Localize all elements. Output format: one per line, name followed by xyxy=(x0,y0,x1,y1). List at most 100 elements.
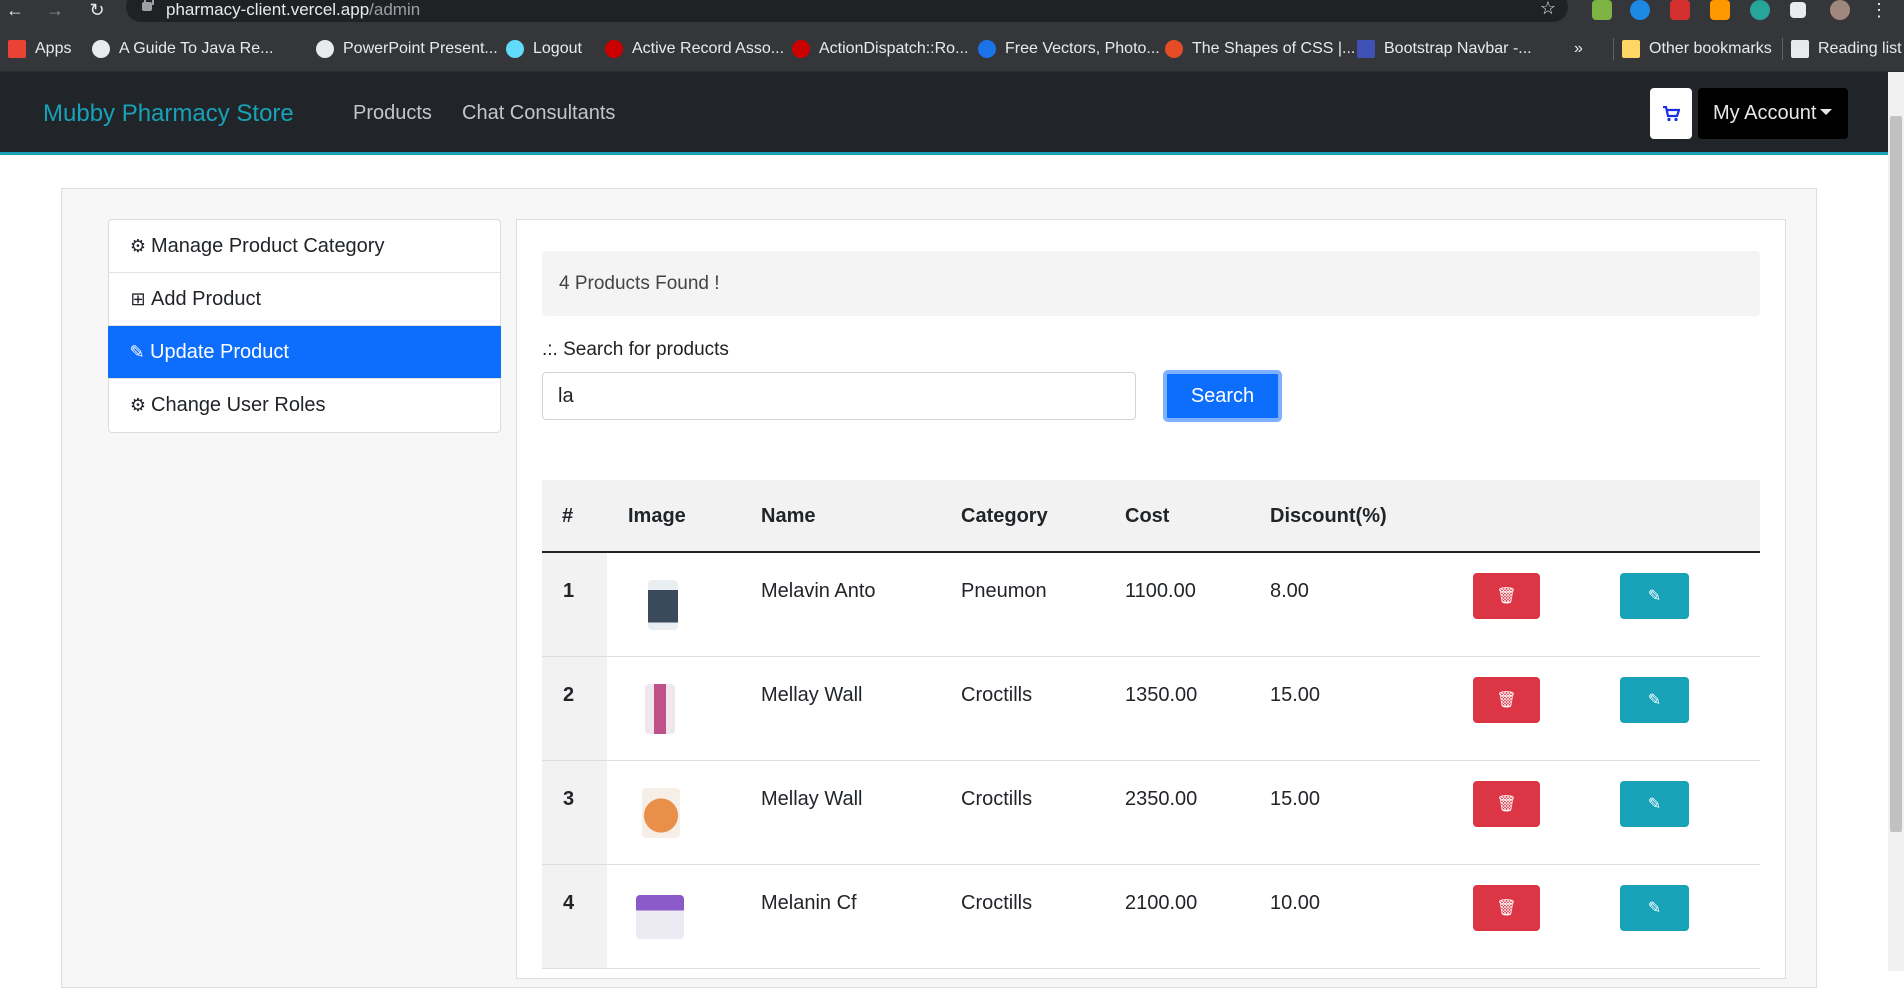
other-bookmarks[interactable]: Other bookmarks xyxy=(1613,38,1772,60)
globe-icon xyxy=(92,40,110,58)
table-header: # Image Name Category Cost Discount(%) xyxy=(542,480,1760,553)
table-row: 1 Melavin Anto Pneumon 1100.00 8.00 🗑 ✎ xyxy=(542,553,1760,657)
delete-button[interactable]: 🗑 xyxy=(1473,781,1540,827)
star-icon[interactable]: ☆ xyxy=(1540,0,1556,19)
browser-toolbar: ← → ↻ pharmacy-client.vercel.app/admin ☆… xyxy=(0,0,1904,26)
app-navbar: Mubby Pharmacy Store Products Chat Consu… xyxy=(0,72,1904,155)
bookmark-item[interactable]: The Shapes of CSS |... xyxy=(1165,38,1355,60)
pocket-extension-icon[interactable] xyxy=(1670,0,1690,20)
pencil-icon: ✎ xyxy=(1647,692,1662,709)
column-header-cost: Cost xyxy=(1125,505,1170,527)
row-number: 1 xyxy=(563,580,575,602)
bookmark-item[interactable]: Free Vectors, Photo... xyxy=(978,38,1160,60)
column-header-number: # xyxy=(562,505,574,527)
react-extension-icon[interactable] xyxy=(1630,0,1650,20)
product-name: Melanin Cf xyxy=(761,892,857,914)
product-name: Mellay Wall xyxy=(761,788,863,810)
delete-button[interactable]: 🗑 xyxy=(1473,573,1540,619)
extension-icon[interactable] xyxy=(1710,0,1730,20)
products-table: # Image Name Category Cost Discount(%) 1… xyxy=(542,480,1760,969)
product-image xyxy=(648,580,678,630)
globe-icon xyxy=(316,40,334,58)
trash-icon: 🗑 xyxy=(1496,900,1517,917)
puzzle-icon[interactable] xyxy=(1790,2,1806,18)
delete-button[interactable]: 🗑 xyxy=(1473,885,1540,931)
sidebar-item-manage-category[interactable]: ⚙ Manage Product Category xyxy=(109,220,500,273)
mdb-icon xyxy=(1357,40,1375,58)
bookmark-item[interactable]: A Guide To Java Re... xyxy=(92,38,273,60)
freepik-icon xyxy=(978,40,996,58)
trash-icon: 🗑 xyxy=(1496,692,1517,709)
address-bar[interactable]: pharmacy-client.vercel.app/admin ☆ xyxy=(126,0,1568,22)
folder-icon xyxy=(1622,40,1640,58)
kebab-menu-icon[interactable]: ⋮ xyxy=(1868,0,1890,22)
pencil-icon: ✎ xyxy=(1647,588,1662,605)
bookmark-item[interactable]: Bootstrap Navbar -... xyxy=(1357,38,1532,60)
product-image xyxy=(636,895,684,939)
my-account-dropdown[interactable]: My Account xyxy=(1698,88,1848,139)
back-arrow-icon[interactable]: ← xyxy=(4,0,26,22)
trash-icon: 🗑 xyxy=(1496,588,1517,605)
bookmarks-overflow-button[interactable]: » xyxy=(1574,38,1583,60)
bookmark-item[interactable]: Active Record Asso... xyxy=(605,38,784,60)
lock-icon xyxy=(142,0,154,11)
page-scrollbar[interactable] xyxy=(1888,72,1904,971)
reading-list[interactable]: Reading list xyxy=(1782,38,1902,60)
bookmark-item[interactable]: Logout xyxy=(506,38,582,60)
edit-button[interactable]: ✎ xyxy=(1620,573,1689,619)
gears-icon: ⚙ xyxy=(129,395,147,415)
product-cost: 1100.00 xyxy=(1125,580,1196,602)
bookmark-apps[interactable]: Apps xyxy=(8,38,71,60)
product-image xyxy=(642,788,680,838)
delete-button[interactable]: 🗑 xyxy=(1473,677,1540,723)
product-name: Mellay Wall xyxy=(761,684,863,706)
cart-button[interactable] xyxy=(1650,88,1692,139)
product-discount: 10.00 xyxy=(1270,892,1321,914)
table-row: 4 Melanin Cf Croctills 2100.00 10.00 🗑 ✎ xyxy=(542,865,1760,969)
column-header-discount: Discount(%) xyxy=(1270,505,1387,527)
product-discount: 8.00 xyxy=(1270,580,1309,602)
admin-sidebar: ⚙ Manage Product Category ⊞ Add Product ✎ U… xyxy=(108,219,501,433)
search-button[interactable]: Search xyxy=(1163,370,1282,422)
edit-button[interactable]: ✎ xyxy=(1620,677,1689,723)
ruby-icon xyxy=(792,40,810,58)
product-category: Croctills xyxy=(961,684,1033,706)
product-name: Melavin Anto xyxy=(761,580,876,602)
asterisk-icon xyxy=(1165,40,1183,58)
column-header-category: Category xyxy=(961,505,1048,527)
column-header-image: Image xyxy=(628,505,686,527)
product-image xyxy=(645,684,675,734)
scrollbar-thumb[interactable] xyxy=(1890,116,1902,832)
bookmark-item[interactable]: PowerPoint Present... xyxy=(316,38,498,60)
nav-link-chat-consultants[interactable]: Chat Consultants xyxy=(462,102,615,125)
pencil-icon: ✎ xyxy=(129,342,145,362)
product-category: Croctills xyxy=(961,892,1033,914)
sidebar-item-update-product[interactable]: ✎ Update Product xyxy=(108,326,501,379)
cart-icon xyxy=(1663,105,1680,121)
product-cost: 1350.00 xyxy=(1125,684,1198,706)
search-input[interactable] xyxy=(542,372,1136,420)
table-row: 3 Mellay Wall Croctills 2350.00 15.00 🗑 … xyxy=(542,761,1760,865)
product-category: Croctills xyxy=(961,788,1033,810)
sidebar-item-add-product[interactable]: ⊞ Add Product xyxy=(109,273,500,326)
search-label: .:. Search for products xyxy=(542,339,729,360)
sidebar-item-change-user-roles[interactable]: ⚙ Change User Roles xyxy=(109,379,500,432)
trash-icon: 🗑 xyxy=(1496,796,1517,813)
reload-icon[interactable]: ↻ xyxy=(86,0,108,22)
reading-list-icon xyxy=(1791,40,1809,58)
products-found-alert: 4 Products Found ! xyxy=(542,251,1760,316)
forward-arrow-icon[interactable]: → xyxy=(44,0,66,22)
avatar[interactable] xyxy=(1830,0,1850,20)
edit-button[interactable]: ✎ xyxy=(1620,885,1689,931)
edit-button[interactable]: ✎ xyxy=(1620,781,1689,827)
react-icon xyxy=(506,40,524,58)
download-extension-icon[interactable] xyxy=(1592,0,1612,20)
bookmark-item[interactable]: ActionDispatch::Ro... xyxy=(792,38,968,60)
pencil-icon: ✎ xyxy=(1647,900,1662,917)
product-cost: 2350.00 xyxy=(1125,788,1198,810)
nav-link-products[interactable]: Products xyxy=(353,102,432,125)
circle-extension-icon[interactable] xyxy=(1750,0,1770,20)
row-number: 2 xyxy=(563,684,575,706)
brand-link[interactable]: Mubby Pharmacy Store xyxy=(43,100,294,128)
gear-icon: ⚙ xyxy=(129,236,147,256)
